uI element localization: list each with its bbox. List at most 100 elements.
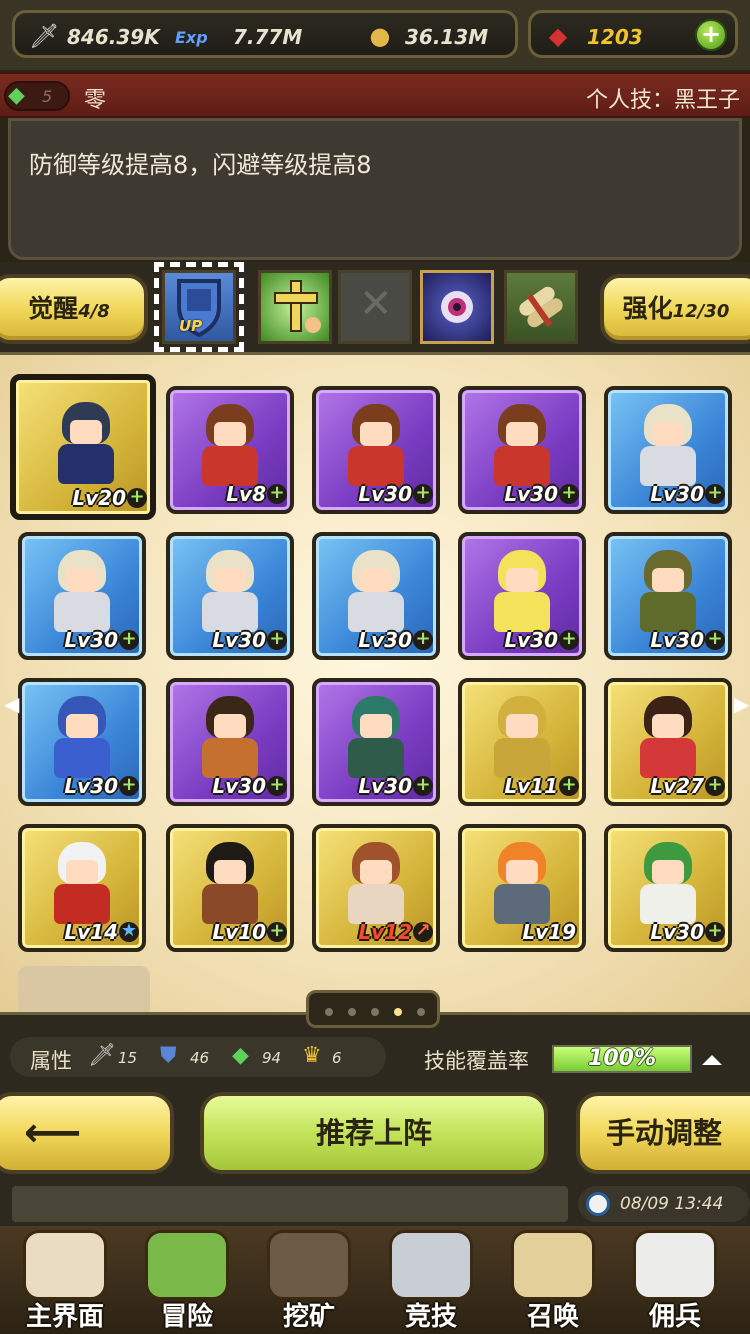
hero-portrait [342,404,410,488]
summon-scroll-icon [511,1230,595,1300]
hero-level: Lv30 [650,628,704,652]
enhance-button[interactable]: 强化12/30 [600,274,750,344]
hero-card[interactable]: Lv30 + [18,532,146,660]
nav-label: 竞技 [404,1302,457,1332]
level-up-plus-icon[interactable]: + [119,630,139,650]
hero-card[interactable]: Lv19 [458,824,586,952]
hero-card[interactable]: Lv8 + [166,386,294,514]
upgrade-arrow-icon[interactable]: ↗ [413,922,433,942]
hero-portrait [196,696,264,780]
hero-card[interactable]: Lv20 + [10,374,156,520]
nav-item[interactable]: 冒险 [127,1226,247,1334]
page-right-arrow[interactable]: ▶ [734,692,749,716]
hero-card[interactable]: Lv10 + [166,824,294,952]
skill-coverage-value: 100% [588,1046,656,1071]
page-left-arrow[interactable]: ◀ [4,692,19,716]
hero-level: Lv12 [358,920,412,944]
hero-level: Lv30 [504,482,558,506]
nav-item[interactable]: 召唤 [493,1226,613,1334]
hero-level: Lv19 [522,920,576,944]
star-badge-icon[interactable]: ★ [119,922,139,942]
level-up-plus-icon[interactable]: + [127,488,147,508]
hero-card[interactable]: Lv30 + [166,532,294,660]
tab-scroll-bundle[interactable] [504,270,578,344]
crown-icon: ♛ [302,1043,322,1068]
level-up-plus-icon[interactable]: + [705,776,725,796]
hero-card[interactable]: Lv11 + [458,678,586,806]
nav-item[interactable]: 主界面 [5,1226,125,1334]
tab-holy-cross[interactable] [258,270,332,344]
back-button[interactable]: ⟵ [0,1092,174,1174]
hero-face [652,422,684,446]
nav-label: 主界面 [25,1302,104,1332]
hero-card[interactable]: Lv27 + [604,678,732,806]
hero-card[interactable]: Lv30 + [312,386,440,514]
hero-card[interactable]: Lv30 + [18,678,146,806]
expand-caret-icon[interactable] [702,1055,722,1065]
hero-body [202,884,258,924]
crossed-swords-icon [389,1230,473,1300]
gem-panel: ◆ 1203 + [528,10,738,58]
nav-item[interactable]: 挖矿 [249,1226,369,1334]
level-up-plus-icon[interactable]: + [559,630,579,650]
chat-message-field[interactable] [12,1186,568,1222]
tab-locked-slot[interactable]: ✕ [338,270,412,344]
skill-row: ◆ 5 零 个人技：黑王子 [0,72,750,118]
page-dot[interactable] [348,1008,356,1016]
level-up-plus-icon[interactable]: + [413,776,433,796]
hero-card[interactable]: Lv30 + [458,532,586,660]
awaken-button[interactable]: 觉醒4/8 [0,274,148,344]
hero-card[interactable]: Lv30 + [312,678,440,806]
level-up-plus-icon[interactable]: + [413,630,433,650]
page-dot[interactable] [394,1008,402,1016]
awaken-progress: 4/8 [78,301,110,322]
level-up-plus-icon[interactable]: + [705,630,725,650]
page-dot[interactable] [325,1008,333,1016]
hero-level: Lv30 [212,774,266,798]
hero-body [348,446,404,486]
hero-body [202,446,258,486]
hero-body [58,444,114,484]
hero-level: Lv30 [358,628,412,652]
level-up-plus-icon[interactable]: + [705,922,725,942]
tab-evil-eye[interactable] [420,270,494,344]
level-up-plus-icon[interactable]: + [119,776,139,796]
tab-shield-up[interactable]: UP [154,262,244,352]
page-dot[interactable] [371,1008,379,1016]
level-up-plus-icon[interactable]: + [267,630,287,650]
level-up-plus-icon[interactable]: + [705,484,725,504]
hero-card[interactable]: Lv30 + [604,824,732,952]
stat-crown: 6 [332,1049,342,1067]
recommend-lineup-button[interactable]: 推荐上阵 [200,1092,548,1174]
hero-card[interactable]: Lv30 + [166,678,294,806]
hero-card[interactable]: Lv30 + [604,386,732,514]
hero-card[interactable]: Lv30 + [458,386,586,514]
level-up-plus-icon[interactable]: + [559,776,579,796]
level-up-plus-icon[interactable]: + [559,484,579,504]
hero-portrait [342,842,410,926]
level-up-plus-icon[interactable]: + [267,484,287,504]
arrow-left-icon: ⟵ [24,1110,82,1156]
nav-item[interactable]: 竞技 [371,1226,491,1334]
nav-label: 佣兵 [648,1302,701,1332]
level-up-plus-icon[interactable]: + [413,484,433,504]
hero-face [360,714,392,738]
nav-item[interactable]: 佣兵 [615,1226,735,1334]
manual-adjust-button[interactable]: 手动调整 [576,1092,750,1174]
clock-icon [586,1192,610,1216]
level-up-plus-icon[interactable]: + [267,922,287,942]
hero-card[interactable]: Lv30 + [312,532,440,660]
hero-card[interactable]: Lv12 ↗ [312,824,440,952]
add-gems-button[interactable]: + [695,19,727,51]
hero-body [494,884,550,924]
hero-portrait [634,842,702,926]
hero-card[interactable]: Lv30 + [604,532,732,660]
hero-body [348,884,404,924]
level-up-plus-icon[interactable]: + [267,776,287,796]
hero-portrait [342,550,410,634]
page-dot[interactable] [417,1008,425,1016]
hero-body [54,738,110,778]
hero-face [66,714,98,738]
hero-card[interactable]: Lv14 ★ [18,824,146,952]
hero-body [494,446,550,486]
